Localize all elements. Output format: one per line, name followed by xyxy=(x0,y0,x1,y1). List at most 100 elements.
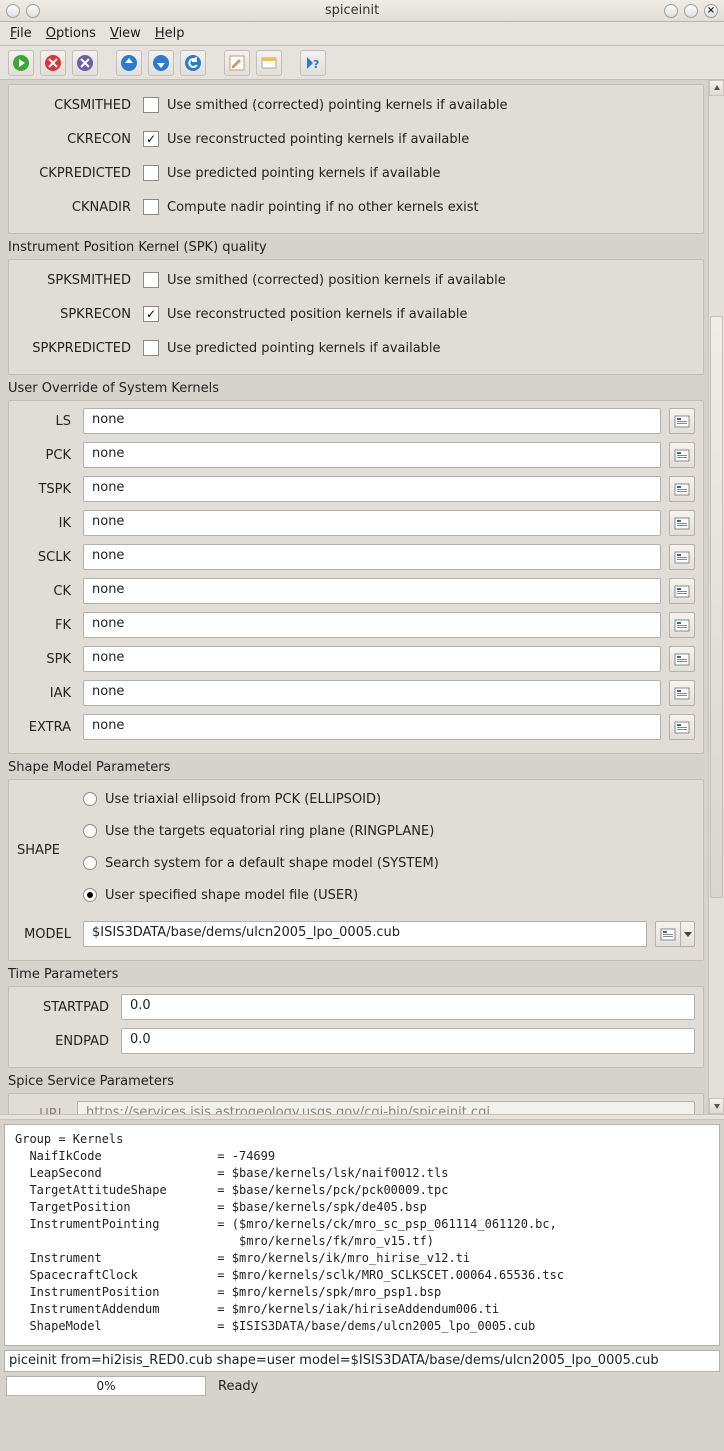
endpad-input[interactable]: 0.0 xyxy=(121,1028,695,1054)
menu-file[interactable]: File xyxy=(10,26,32,41)
url-input: https://services.isis.astrogeology.usgs.… xyxy=(77,1101,695,1114)
run-button[interactable] xyxy=(8,50,34,76)
ik-label: IK xyxy=(17,516,75,531)
override-group-label: User Override of System Kernels xyxy=(8,381,704,396)
shape-option-3-radio[interactable] xyxy=(83,888,97,902)
sclk-label: SCLK xyxy=(17,550,75,565)
ck-quality-group: CKSMITHED Use smithed (corrected) pointi… xyxy=(8,84,704,234)
up-button[interactable] xyxy=(116,50,142,76)
iak-input[interactable]: none xyxy=(83,680,661,706)
scroll-up-button[interactable] xyxy=(709,80,724,96)
svg-text:?: ? xyxy=(313,58,319,71)
cksmithed-checkbox[interactable] xyxy=(143,97,159,113)
vertical-scrollbar[interactable] xyxy=(708,80,724,1114)
down-button[interactable] xyxy=(148,50,174,76)
shape-option-1-text: Use the targets equatorial ring plane (R… xyxy=(105,824,434,839)
sclk-input[interactable]: none xyxy=(83,544,661,570)
spk-param-label: SPKRECON xyxy=(17,307,135,322)
scroll-down-button[interactable] xyxy=(709,1098,724,1114)
form-scroll: CKSMITHED Use smithed (corrected) pointi… xyxy=(0,80,724,1114)
ck-input[interactable]: none xyxy=(83,578,661,604)
spice-group-label: Spice Service Parameters xyxy=(8,1074,704,1089)
shape-label: SHAPE xyxy=(17,843,60,858)
spice-group: URL https://services.isis.astrogeology.u… xyxy=(8,1093,704,1114)
stop-button[interactable] xyxy=(40,50,66,76)
model-label: MODEL xyxy=(17,927,75,942)
menu-view[interactable]: View xyxy=(110,26,141,41)
shape-option-1-radio[interactable] xyxy=(83,824,97,838)
shape-group: SHAPE Use triaxial ellipsoid from PCK (E… xyxy=(8,779,704,961)
shape-option-2-text: Search system for a default shape model … xyxy=(105,856,439,871)
menu-help[interactable]: Help xyxy=(155,26,185,41)
fk-label: FK xyxy=(17,618,75,633)
menubar: File Options View Help xyxy=(0,22,724,46)
shape-group-label: Shape Model Parameters xyxy=(8,760,704,775)
startpad-label: STARTPAD xyxy=(17,1000,113,1015)
cknadir-checkbox[interactable] xyxy=(143,199,159,215)
spkrecon-checkbox[interactable] xyxy=(143,306,159,322)
tspk-label: TSPK xyxy=(17,482,75,497)
startpad-input[interactable]: 0.0 xyxy=(121,994,695,1020)
model-input[interactable]: $ISIS3DATA/base/dems/ulcn2005_lpo_0005.c… xyxy=(83,921,647,947)
shape-option-0-text: Use triaxial ellipsoid from PCK (ELLIPSO… xyxy=(105,792,381,807)
tspk-browse-button[interactable] xyxy=(669,476,695,502)
close-button[interactable]: × xyxy=(704,4,718,18)
spkpredicted-text: Use predicted pointing kernels if availa… xyxy=(167,341,441,356)
time-group-label: Time Parameters xyxy=(8,967,704,982)
extra-browse-button[interactable] xyxy=(669,714,695,740)
refresh-button[interactable] xyxy=(180,50,206,76)
toolbar-separator xyxy=(104,50,110,76)
menu-options[interactable]: Options xyxy=(46,26,96,41)
spk-label: SPK xyxy=(17,652,75,667)
ls-input[interactable]: none xyxy=(83,408,661,434)
ckpredicted-checkbox[interactable] xyxy=(143,165,159,181)
help-button[interactable]: ? xyxy=(300,50,326,76)
ik-browse-button[interactable] xyxy=(669,510,695,536)
ck-browse-button[interactable] xyxy=(669,578,695,604)
ckrecon-text: Use reconstructed pointing kernels if av… xyxy=(167,132,469,147)
edit-button[interactable] xyxy=(224,50,250,76)
extra-label: EXTRA xyxy=(17,720,75,735)
pck-browse-button[interactable] xyxy=(669,442,695,468)
spk-param-label: SPKPREDICTED xyxy=(17,341,135,356)
scroll-track[interactable] xyxy=(709,96,724,1098)
splitter[interactable] xyxy=(0,1114,724,1120)
log-output[interactable]: Group = Kernels NaifIkCode = -74699 Leap… xyxy=(4,1124,720,1346)
endpad-label: ENDPAD xyxy=(17,1034,113,1049)
ik-input[interactable]: none xyxy=(83,510,661,536)
fk-input[interactable]: none xyxy=(83,612,661,638)
time-group: STARTPAD 0.0 ENDPAD 0.0 xyxy=(8,986,704,1068)
ck-label: CK xyxy=(17,584,75,599)
cancel-button[interactable] xyxy=(72,50,98,76)
clear-button[interactable] xyxy=(256,50,282,76)
spk-browse-button[interactable] xyxy=(669,646,695,672)
minimize-button[interactable] xyxy=(664,4,678,18)
window-pin-icon[interactable] xyxy=(26,4,40,18)
url-label: URL xyxy=(17,1107,69,1115)
iak-browse-button[interactable] xyxy=(669,680,695,706)
spk-quality-group: SPKSMITHED Use smithed (corrected) posit… xyxy=(8,259,704,375)
spksmithed-checkbox[interactable] xyxy=(143,272,159,288)
override-group: LS none PCK none TSPK none IK none SCLK … xyxy=(8,400,704,754)
shape-option-3-text: User specified shape model file (USER) xyxy=(105,888,358,903)
spkpredicted-checkbox[interactable] xyxy=(143,340,159,356)
command-line[interactable]: piceinit from=hi2isis_RED0.cub shape=use… xyxy=(4,1350,720,1372)
extra-input[interactable]: none xyxy=(83,714,661,740)
ck-param-label: CKNADIR xyxy=(17,200,135,215)
sclk-browse-button[interactable] xyxy=(669,544,695,570)
tspk-input[interactable]: none xyxy=(83,476,661,502)
pck-input[interactable]: none xyxy=(83,442,661,468)
ls-browse-button[interactable] xyxy=(669,408,695,434)
shape-option-0-radio[interactable] xyxy=(83,792,97,806)
scroll-thumb[interactable] xyxy=(710,316,723,897)
spk-input[interactable]: none xyxy=(83,646,661,672)
model-browse-button[interactable] xyxy=(655,921,681,947)
fk-browse-button[interactable] xyxy=(669,612,695,638)
ckrecon-checkbox[interactable] xyxy=(143,131,159,147)
ck-param-label: CKRECON xyxy=(17,132,135,147)
window-menu-icon[interactable] xyxy=(6,4,20,18)
cknadir-text: Compute nadir pointing if no other kerne… xyxy=(167,200,479,215)
maximize-button[interactable] xyxy=(684,4,698,18)
model-dropdown-button[interactable] xyxy=(681,921,695,947)
shape-option-2-radio[interactable] xyxy=(83,856,97,870)
